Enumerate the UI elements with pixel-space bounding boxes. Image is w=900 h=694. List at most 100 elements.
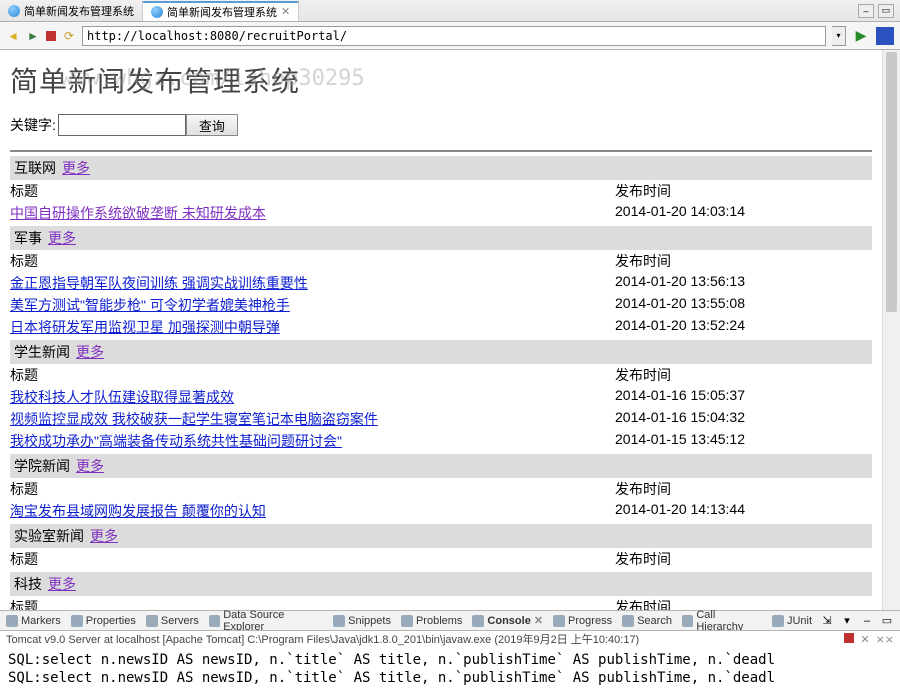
view-tab-call-hierarchy[interactable]: Call Hierarchy xyxy=(682,609,762,633)
view-tab-label: Markers xyxy=(21,615,61,627)
browser-tab-0[interactable]: 简单新闻发布管理系统 xyxy=(0,1,143,21)
close-icon[interactable]: ✕ xyxy=(534,614,543,627)
refresh-icon[interactable]: ⟳ xyxy=(62,29,76,43)
col-header-time: 发布时间 xyxy=(615,548,872,570)
more-link[interactable]: 更多 xyxy=(62,158,90,178)
view-tab-markers[interactable]: Markers xyxy=(6,609,61,633)
news-time: 2014-01-20 13:52:24 xyxy=(615,316,872,338)
news-link[interactable]: 淘宝发布县域网购发展报告 颠覆你的认知 xyxy=(10,503,266,519)
news-link[interactable]: 我校科技人才队伍建设取得显著成效 xyxy=(10,389,234,405)
browser-tab-1[interactable]: 简单新闻发布管理系统 ✕ xyxy=(143,1,299,21)
news-time: 2014-01-20 14:13:44 xyxy=(615,500,872,522)
column-header-row: 标题发布时间 xyxy=(10,180,872,202)
tab-label: 简单新闻发布管理系统 xyxy=(24,3,134,19)
stop-icon[interactable] xyxy=(46,31,56,41)
news-row: 淘宝发布县域网购发展报告 颠覆你的认知 2014-01-20 14:13:44 xyxy=(10,500,872,522)
view-icon xyxy=(401,615,413,627)
url-dropdown-icon[interactable]: ▾ xyxy=(832,26,846,46)
view-icon xyxy=(333,615,345,627)
news-row: 我校科技人才队伍建设取得显著成效2014-01-16 15:05:37 xyxy=(10,386,872,408)
globe-icon xyxy=(8,5,20,17)
search-input[interactable] xyxy=(58,114,186,136)
news-link[interactable]: 视频监控显成效 我校破获一起学生寝室笔记本电脑盗窃案件 xyxy=(10,411,378,427)
more-link[interactable]: 更多 xyxy=(76,456,104,476)
remove-all-icon[interactable]: ⨯⨯ xyxy=(876,633,894,646)
pin-icon[interactable]: ⇲ xyxy=(820,614,834,628)
view-tab-problems[interactable]: Problems xyxy=(401,609,462,633)
view-tab-properties[interactable]: Properties xyxy=(71,609,136,633)
go-icon[interactable]: ▶ xyxy=(852,27,870,45)
eclipse-views-bar: Markers Properties Servers Data Source Expl… xyxy=(0,610,900,630)
news-time: 2014-01-20 14:03:14 xyxy=(615,202,872,224)
category-header: 实验室新闻 更多 xyxy=(10,524,872,548)
external-browser-icon[interactable] xyxy=(876,27,894,45)
minimize-view-icon[interactable]: – xyxy=(860,614,874,628)
view-tab-label: Console xyxy=(487,615,530,627)
news-link[interactable]: 金正恩指导朝军队夜间训练 强调实战训练重要性 xyxy=(10,275,308,291)
view-tab-console[interactable]: Console ✕ xyxy=(472,609,543,633)
col-header-title: 标题 xyxy=(10,548,615,570)
col-header-time: 发布时间 xyxy=(615,250,872,272)
col-header-title: 标题 xyxy=(10,364,615,386)
news-row: 日本将研发军用监视卫星 加强探测中朝导弹 2014-01-20 13:52:24 xyxy=(10,316,872,338)
category-name: 军事 xyxy=(14,228,42,248)
console-output[interactable]: SQL:select n.newsID AS newsID, n.`title`… xyxy=(0,647,900,691)
view-icon xyxy=(6,615,18,627)
col-header-title: 标题 xyxy=(10,180,615,202)
col-header-time: 发布时间 xyxy=(615,478,872,500)
minimize-icon[interactable]: – xyxy=(858,4,874,18)
vertical-scrollbar[interactable] xyxy=(882,50,900,610)
back-icon[interactable]: ◄ xyxy=(6,29,20,43)
divider xyxy=(10,150,872,152)
close-icon[interactable]: ✕ xyxy=(281,5,290,18)
view-tab-label: Data Source Explorer xyxy=(223,609,323,633)
column-header-row: 标题发布时间 xyxy=(10,250,872,272)
console-process-label: Tomcat v9.0 Server at localhost [Apache … xyxy=(6,631,639,647)
globe-icon xyxy=(151,6,163,18)
maximize-icon[interactable]: ▭ xyxy=(878,4,894,18)
view-tab-search[interactable]: Search xyxy=(622,609,672,633)
category-name: 学院新闻 xyxy=(14,456,70,476)
column-header-row: 标题发布时间 xyxy=(10,548,872,570)
news-row: 美军方测试"智能步枪" 可令初学者媲美神枪手2014-01-20 13:55:0… xyxy=(10,294,872,316)
news-link[interactable]: 日本将研发军用监视卫星 加强探测中朝导弹 xyxy=(10,319,280,335)
view-icon xyxy=(553,615,565,627)
forward-icon[interactable]: ► xyxy=(26,29,40,43)
view-tab-junit[interactable]: JUnit xyxy=(772,609,812,633)
view-tab-progress[interactable]: Progress xyxy=(553,609,612,633)
news-link[interactable]: 美军方测试"智能步枪" 可令初学者媲美神枪手 xyxy=(10,297,290,313)
search-button[interactable]: 查询 xyxy=(186,114,238,136)
view-icon xyxy=(622,615,634,627)
news-row: 中国自研操作系统欲破垄断 未知研发成本 2014-01-20 14:03:14 xyxy=(10,202,872,224)
col-header-title: 标题 xyxy=(10,478,615,500)
remove-icon[interactable]: ✕ xyxy=(860,633,869,646)
category-name: 互联网 xyxy=(14,158,56,178)
console-header: Tomcat v9.0 Server at localhost [Apache … xyxy=(0,631,900,647)
url-input[interactable] xyxy=(82,26,826,46)
view-tab-servers[interactable]: Servers xyxy=(146,609,199,633)
news-link[interactable]: 中国自研操作系统欲破垄断 未知研发成本 xyxy=(10,205,266,221)
view-tab-snippets[interactable]: Snippets xyxy=(333,609,391,633)
menu-icon[interactable]: ▾ xyxy=(840,614,854,628)
news-time: 2014-01-16 15:04:32 xyxy=(615,408,872,430)
category-header: 学生新闻 更多 xyxy=(10,340,872,364)
view-tab-label: Problems xyxy=(416,615,462,627)
more-link[interactable]: 更多 xyxy=(90,526,118,546)
window-controls: – ▭ xyxy=(858,4,900,18)
view-icon xyxy=(772,615,784,627)
view-tab-label: Call Hierarchy xyxy=(696,609,762,633)
view-icon xyxy=(71,615,83,627)
view-icon xyxy=(682,615,693,627)
category-name: 学生新闻 xyxy=(14,342,70,362)
news-link[interactable]: 我校成功承办"高端装备传动系统共性基础问题研讨会" xyxy=(10,433,342,449)
address-bar: ◄ ► ⟳ ▾ ▶ xyxy=(0,22,900,50)
news-time: 2014-01-15 13:45:12 xyxy=(615,430,872,452)
view-tab-label: Properties xyxy=(86,615,136,627)
view-tab-label: JUnit xyxy=(787,615,812,627)
more-link[interactable]: 更多 xyxy=(48,228,76,248)
maximize-view-icon[interactable]: ▭ xyxy=(880,614,894,628)
more-link[interactable]: 更多 xyxy=(48,574,76,594)
more-link[interactable]: 更多 xyxy=(76,342,104,362)
view-tab-data-source-explorer[interactable]: Data Source Explorer xyxy=(209,609,323,633)
terminate-icon[interactable] xyxy=(844,633,854,643)
